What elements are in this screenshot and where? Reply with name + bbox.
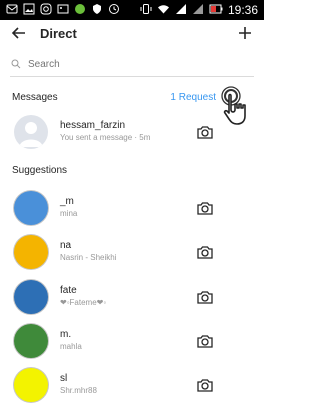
- suggestion-meta: sl Shr.mhr88: [60, 373, 97, 397]
- page-title: Direct: [40, 25, 77, 41]
- camera-icon[interactable]: [196, 243, 214, 261]
- avatar: [14, 235, 48, 269]
- thread-meta: hessam_farzin You sent a message · 5m: [60, 120, 150, 144]
- avatar: [14, 115, 48, 149]
- suggestion-item[interactable]: _m mina: [0, 186, 264, 230]
- thread-preview: You sent a message · 5m: [60, 133, 151, 142]
- status-right: 19:36: [140, 3, 258, 18]
- suggestion-sub: mahla: [60, 342, 82, 351]
- search-input[interactable]: [26, 57, 250, 71]
- new-message-plus-icon[interactable]: [236, 24, 254, 42]
- app-notification-icon: [74, 3, 86, 18]
- camera-icon[interactable]: [196, 332, 214, 350]
- suggestion-sub: mina: [60, 209, 78, 218]
- notification-icon: [6, 3, 18, 18]
- suggestion-sub: ❤◦Fateme❤◦: [60, 298, 107, 307]
- shield-icon: [91, 3, 103, 18]
- signal-icon-2: [192, 3, 204, 18]
- suggestion-item[interactable]: na Nasrin - Sheikhi: [0, 230, 264, 274]
- header: Direct: [0, 20, 264, 46]
- search-bar[interactable]: [10, 52, 254, 77]
- battery-icon: [209, 3, 223, 18]
- back-arrow-icon[interactable]: [10, 24, 28, 42]
- suggestion-name: _m: [60, 196, 74, 207]
- avatar: [14, 368, 48, 402]
- suggestion-meta: fate ❤◦Fateme❤◦: [60, 285, 106, 309]
- suggestion-meta: _m mina: [60, 196, 77, 220]
- instagram-icon: [40, 3, 52, 18]
- suggestion-sub: Shr.mhr88: [60, 386, 97, 395]
- suggestion-name: na: [60, 240, 72, 251]
- requests-link[interactable]: 1 Request: [170, 92, 216, 103]
- suggestion-item[interactable]: m. mahla: [0, 319, 264, 363]
- gallery-icon: [57, 3, 69, 18]
- message-thread[interactable]: hessam_farzin You sent a message · 5m: [0, 110, 264, 154]
- avatar: [14, 280, 48, 314]
- notification-icons: [6, 3, 120, 18]
- wifi-icon: [157, 3, 170, 18]
- suggestion-name: fate: [60, 285, 77, 296]
- messages-section-label: Messages: [12, 92, 58, 103]
- suggestion-name: sl: [60, 373, 68, 384]
- thread-name: hessam_farzin: [60, 120, 126, 131]
- suggestion-sub: Nasrin - Sheikhi: [60, 253, 117, 262]
- camera-icon[interactable]: [196, 376, 214, 394]
- suggestion-item[interactable]: sl Shr.mhr88: [0, 363, 264, 407]
- suggestion-item[interactable]: fate ❤◦Fateme❤◦: [0, 275, 264, 319]
- signal-icon: [175, 3, 187, 18]
- avatar: [14, 324, 48, 358]
- camera-icon[interactable]: [196, 199, 214, 217]
- search-icon: [10, 58, 22, 70]
- status-bar: 19:36: [0, 0, 264, 20]
- suggestion-name: m.: [60, 329, 72, 340]
- suggestion-meta: m. mahla: [60, 329, 82, 353]
- suggestion-meta: na Nasrin - Sheikhi: [60, 240, 116, 264]
- clock-icon: [108, 3, 120, 18]
- camera-icon[interactable]: [196, 123, 214, 141]
- image-icon: [23, 3, 35, 18]
- status-time: 19:36: [227, 3, 258, 17]
- suggestions-section-label: Suggestions: [12, 165, 68, 176]
- avatar: [14, 191, 48, 225]
- vibrate-icon: [140, 3, 152, 18]
- camera-icon[interactable]: [196, 288, 214, 306]
